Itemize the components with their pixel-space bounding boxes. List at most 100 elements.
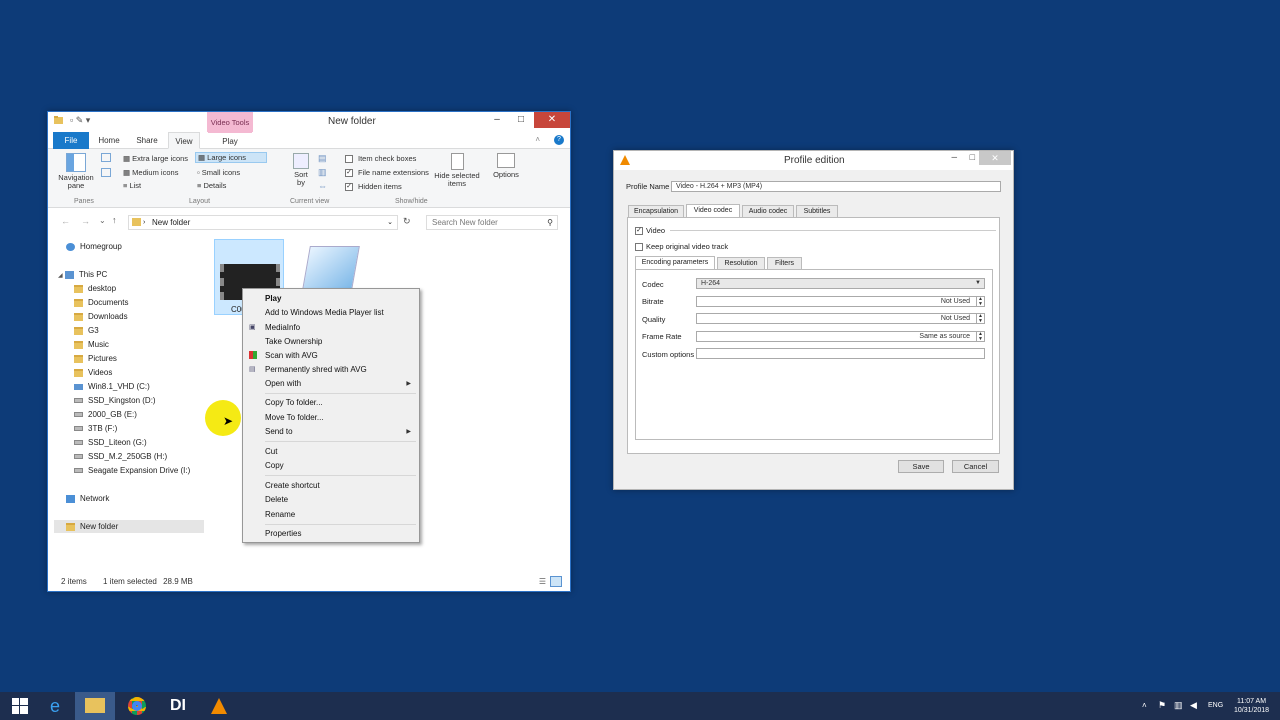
preview-pane-icon[interactable] bbox=[101, 153, 111, 162]
layout-details[interactable]: ≡ Details bbox=[197, 181, 226, 190]
daemon-tools-icon[interactable]: DI bbox=[158, 692, 198, 720]
menu-item-cut[interactable]: Cut bbox=[265, 447, 277, 456]
tab-home[interactable]: Home bbox=[93, 132, 125, 149]
layout-medium-icons[interactable]: ▦ Medium icons bbox=[123, 168, 178, 177]
menu-item-shred-avg[interactable]: Permanently shred with AVG bbox=[265, 365, 367, 374]
options-button[interactable]: Options bbox=[490, 153, 522, 179]
tab-video-codec[interactable]: Video codec bbox=[686, 204, 740, 217]
menu-item-properties[interactable]: Properties bbox=[265, 529, 301, 538]
nav-item-documents[interactable]: Documents bbox=[74, 298, 128, 307]
menu-item-add-to-wmp[interactable]: Add to Windows Media Player list bbox=[265, 308, 384, 317]
minimize-button[interactable]: – bbox=[486, 112, 508, 128]
tab-filters[interactable]: Filters bbox=[767, 257, 802, 269]
search-input[interactable]: Search New folder ⚲ bbox=[426, 215, 558, 230]
menu-item-scan-avg[interactable]: Scan with AVG bbox=[265, 351, 318, 360]
tab-audio-codec[interactable]: Audio codec bbox=[742, 205, 794, 217]
volume-icon[interactable]: ◀ bbox=[1190, 700, 1197, 711]
nav-item-this-pc[interactable]: ◢ This PC bbox=[58, 270, 107, 279]
menu-item-copy[interactable]: Copy bbox=[265, 461, 284, 470]
nav-item-drive-i[interactable]: Seagate Expansion Drive (I:) bbox=[74, 466, 190, 475]
details-view-icon[interactable]: ☰ bbox=[539, 577, 546, 586]
hidden-items-checkbox[interactable]: ✓ Hidden items bbox=[345, 182, 402, 192]
recent-locations-icon[interactable]: ⌄ bbox=[99, 216, 106, 225]
quality-spinbox[interactable]: Not Used ▲ ▼ bbox=[696, 313, 985, 324]
nav-item-desktop[interactable]: desktop bbox=[74, 284, 116, 293]
menu-item-rename[interactable]: Rename bbox=[265, 510, 295, 519]
tab-view[interactable]: View bbox=[168, 132, 200, 149]
nav-item-drive-e[interactable]: 2000_GB (E:) bbox=[74, 410, 137, 419]
nav-item-drive-f[interactable]: 3TB (F:) bbox=[74, 424, 117, 433]
address-bar[interactable]: › New folder ⌄ bbox=[128, 215, 398, 230]
profile-name-input[interactable]: Video - H.264 + MP3 (MP4) bbox=[671, 181, 1001, 192]
menu-item-create-shortcut[interactable]: Create shortcut bbox=[265, 481, 320, 490]
show-hidden-icons[interactable]: ˄ bbox=[1142, 701, 1147, 710]
cancel-button[interactable]: Cancel bbox=[952, 460, 999, 473]
menu-item-play[interactable]: Play bbox=[265, 294, 281, 303]
nav-item-downloads[interactable]: Downloads bbox=[74, 312, 128, 321]
back-icon[interactable]: ← bbox=[61, 216, 70, 226]
tab-encapsulation[interactable]: Encapsulation bbox=[628, 205, 684, 217]
nav-item-pictures[interactable]: Pictures bbox=[74, 354, 117, 363]
add-columns-icon[interactable]: ▥ bbox=[318, 167, 327, 178]
layout-extra-large-icons[interactable]: ▦ Extra large icons bbox=[123, 154, 188, 163]
menu-item-take-ownership[interactable]: Take Ownership bbox=[265, 337, 322, 346]
chrome-icon[interactable] bbox=[117, 692, 157, 720]
action-center-icon[interactable]: ⚑ bbox=[1158, 700, 1166, 711]
close-button[interactable]: ✕ bbox=[979, 151, 1011, 165]
menu-item-delete[interactable]: Delete bbox=[265, 495, 288, 504]
tab-play[interactable]: Play bbox=[208, 132, 252, 149]
language-indicator[interactable]: ENG bbox=[1208, 702, 1223, 709]
spinner-arrows-icon[interactable]: ▲ ▼ bbox=[976, 332, 984, 341]
nav-item-drive-c[interactable]: Win8.1_VHD (C:) bbox=[74, 382, 150, 391]
layout-list[interactable]: ≡ List bbox=[123, 181, 141, 190]
layout-large-icons[interactable]: ▦ Large icons bbox=[195, 152, 267, 163]
up-icon[interactable]: ↑ bbox=[112, 215, 117, 225]
help-icon[interactable]: ? bbox=[554, 135, 564, 145]
save-button[interactable]: Save bbox=[898, 460, 944, 473]
nav-item-drive-h[interactable]: SSD_M.2_250GB (H:) bbox=[74, 452, 167, 461]
menu-item-mediainfo[interactable]: MediaInfo bbox=[265, 323, 300, 332]
nav-item-homegroup[interactable]: Homegroup bbox=[66, 242, 122, 251]
nav-item-network[interactable]: Network bbox=[66, 494, 109, 503]
nav-item-g3[interactable]: G3 bbox=[74, 326, 99, 335]
clock[interactable]: 11:07 AM 10/31/2018 bbox=[1234, 697, 1269, 715]
vlc-taskbar-icon[interactable] bbox=[199, 692, 239, 720]
collapse-ribbon-icon[interactable]: ˄ bbox=[535, 135, 540, 144]
nav-item-new-folder[interactable]: New folder bbox=[54, 520, 204, 533]
menu-item-send-to[interactable]: Send to bbox=[265, 427, 293, 436]
quick-access-toolbar[interactable]: ▫ ✎ ▾ bbox=[70, 115, 90, 126]
menu-item-move-to-folder[interactable]: Move To folder... bbox=[265, 413, 324, 422]
tab-file[interactable]: File bbox=[53, 132, 89, 149]
network-tray-icon[interactable]: ▥ bbox=[1174, 700, 1183, 711]
minimize-button[interactable]: – bbox=[951, 152, 957, 163]
refresh-icon[interactable]: ↻ bbox=[403, 216, 411, 227]
group-by-icon[interactable]: ▤ bbox=[318, 153, 327, 164]
start-button[interactable] bbox=[0, 692, 40, 720]
navigation-pane-button[interactable]: Navigation pane bbox=[56, 153, 96, 190]
frame-rate-spinbox[interactable]: Same as source ▲ ▼ bbox=[696, 331, 985, 342]
nav-item-drive-d[interactable]: SSD_Kingston (D:) bbox=[74, 396, 156, 405]
notepad-file-icon[interactable] bbox=[302, 246, 360, 290]
forward-icon[interactable]: → bbox=[81, 216, 90, 226]
video-checkbox[interactable]: ✓ Video bbox=[635, 226, 665, 236]
internet-explorer-icon[interactable]: e bbox=[35, 692, 75, 720]
size-columns-icon[interactable]: ⇔ bbox=[318, 181, 327, 191]
maximize-button[interactable]: □ bbox=[970, 152, 975, 162]
hide-selected-items-button[interactable]: Hide selected items bbox=[433, 153, 481, 188]
spinner-arrows-icon[interactable]: ▲ ▼ bbox=[976, 314, 984, 323]
item-check-boxes-checkbox[interactable]: Item check boxes bbox=[345, 154, 416, 164]
large-icons-view-icon[interactable] bbox=[550, 576, 562, 587]
spinner-arrows-icon[interactable]: ▲ ▼ bbox=[976, 297, 984, 306]
custom-options-input[interactable] bbox=[696, 348, 985, 359]
tab-encoding-parameters[interactable]: Encoding parameters bbox=[635, 256, 715, 269]
file-name-extensions-checkbox[interactable]: ✓ File name extensions bbox=[345, 168, 429, 178]
nav-item-music[interactable]: Music bbox=[74, 340, 109, 349]
bitrate-spinbox[interactable]: Not Used ▲ ▼ bbox=[696, 296, 985, 307]
details-pane-icon[interactable] bbox=[101, 168, 111, 177]
codec-select[interactable]: H-264 ▼ bbox=[696, 278, 985, 289]
keep-original-checkbox[interactable]: Keep original video track bbox=[635, 242, 728, 252]
tab-subtitles[interactable]: Subtitles bbox=[796, 205, 838, 217]
layout-small-icons[interactable]: ▫ Small icons bbox=[197, 168, 240, 177]
menu-item-open-with[interactable]: Open with bbox=[265, 379, 301, 388]
close-button[interactable]: ✕ bbox=[534, 112, 570, 128]
